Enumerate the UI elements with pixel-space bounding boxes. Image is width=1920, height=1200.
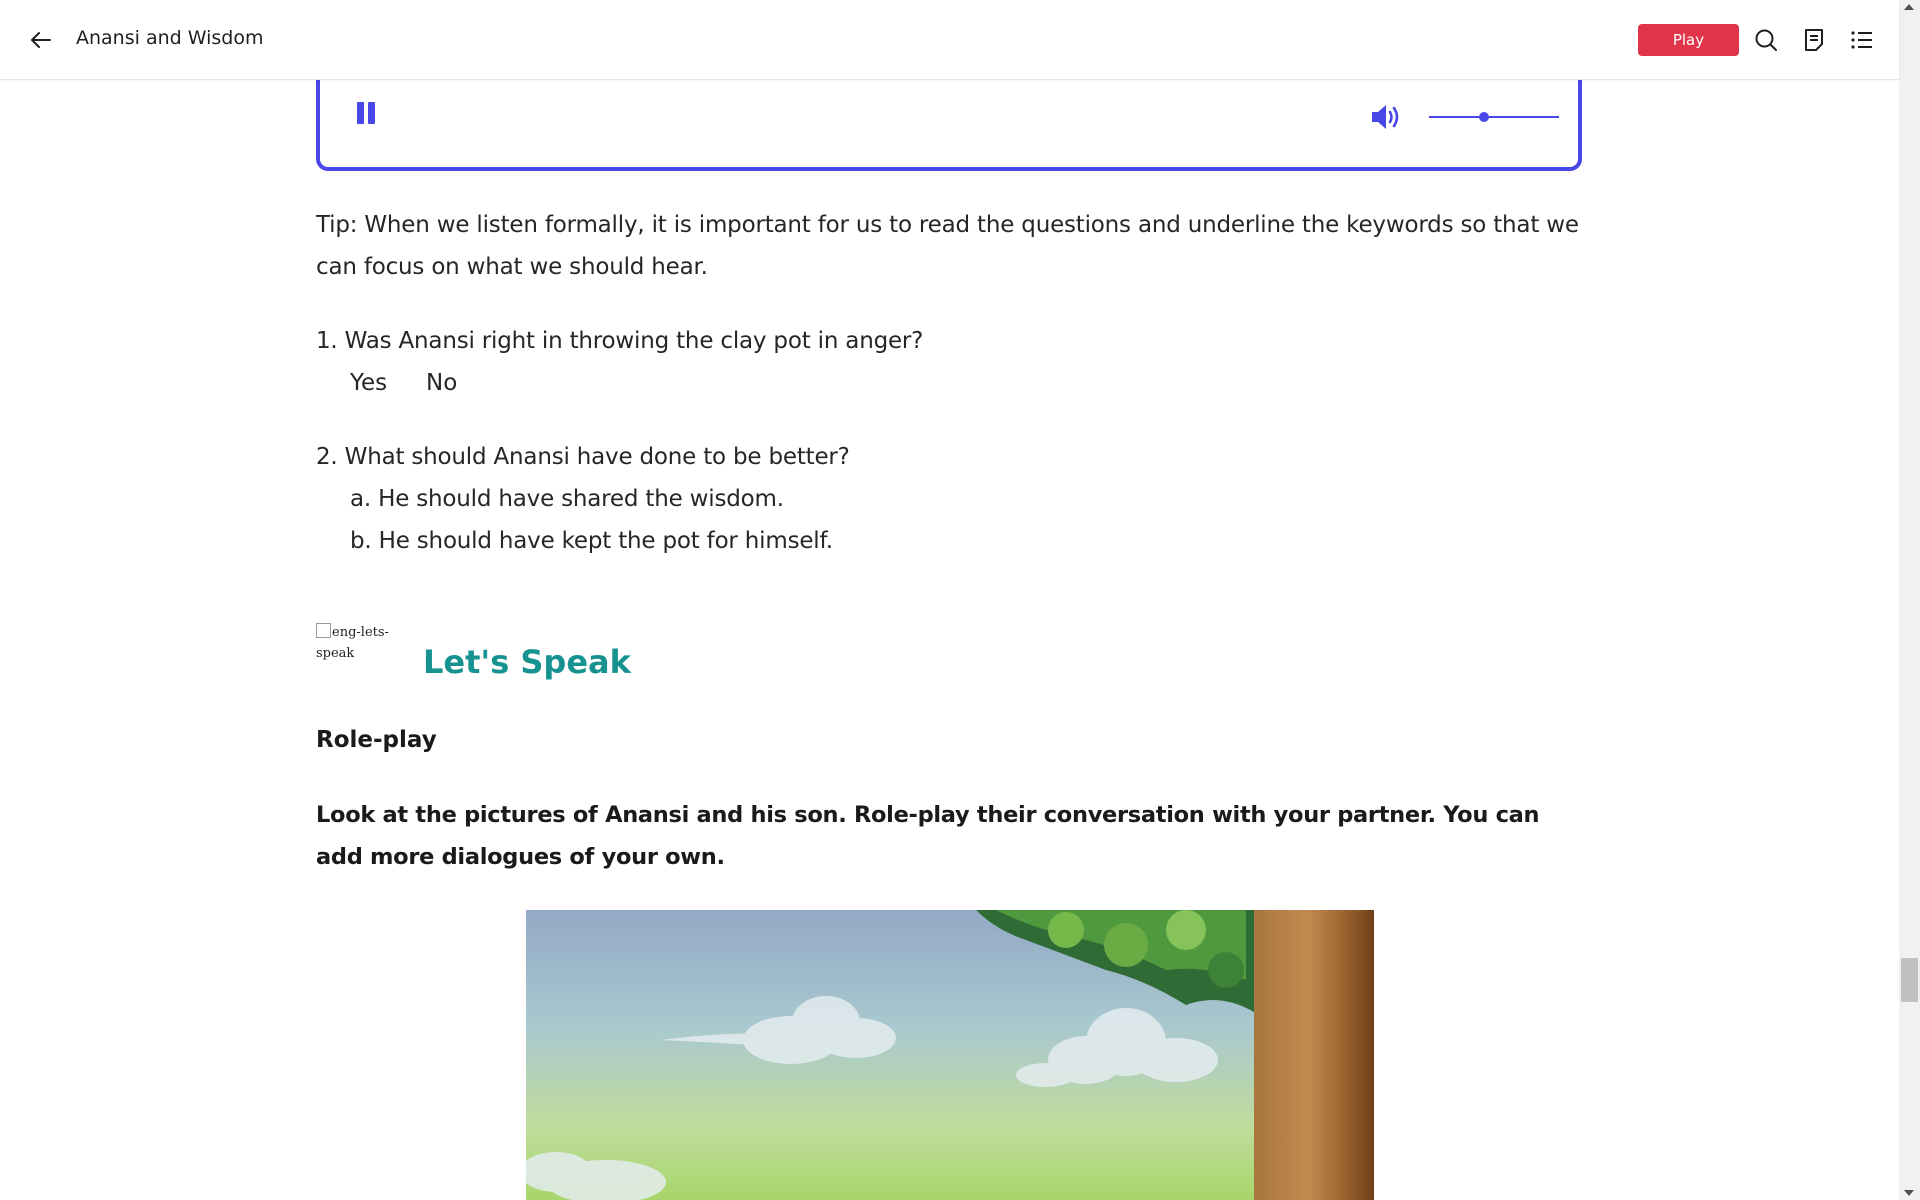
search-icon[interactable] <box>1752 26 1780 54</box>
volume-slider[interactable] <box>1429 110 1559 124</box>
lets-speak-heading: Let's Speak <box>423 643 631 681</box>
back-arrow-icon[interactable] <box>26 26 56 54</box>
option-a[interactable]: a. He should have shared the wisdom. <box>350 478 784 520</box>
volume-track <box>1429 116 1559 118</box>
scroll-thumb[interactable] <box>1901 958 1918 1002</box>
scroll-down-icon[interactable] <box>1904 1190 1914 1196</box>
option-yes[interactable]: Yes <box>350 362 387 404</box>
lets-speak-image-broken: eng-lets-speak <box>316 622 392 666</box>
story-illustration <box>526 910 1374 1200</box>
pause-icon[interactable] <box>356 102 378 126</box>
notes-icon[interactable] <box>1800 26 1828 54</box>
question-1: 1. Was Anansi right in throwing the clay… <box>316 328 924 354</box>
roleplay-heading: Role-play <box>316 727 437 753</box>
volume-thumb[interactable] <box>1478 112 1489 122</box>
option-no[interactable]: No <box>426 362 457 404</box>
tip-paragraph: Tip: When we listen formally, it is impo… <box>316 212 1579 280</box>
broken-image-icon <box>316 623 331 638</box>
page-title: Anansi and Wisdom <box>76 27 264 49</box>
page-scrollbar[interactable] <box>1899 0 1920 1200</box>
list-icon[interactable] <box>1848 26 1876 54</box>
option-b[interactable]: b. He should have kept the pot for himse… <box>350 520 833 562</box>
scroll-up-icon[interactable] <box>1904 4 1914 10</box>
question-2: 2. What should Anansi have done to be be… <box>316 444 850 470</box>
play-button[interactable]: Play <box>1638 24 1739 56</box>
top-bar: Anansi and Wisdom Play <box>0 0 1899 80</box>
volume-icon[interactable] <box>1370 102 1402 132</box>
roleplay-instruction: Look at the pictures of Anansi and his s… <box>316 802 1540 870</box>
